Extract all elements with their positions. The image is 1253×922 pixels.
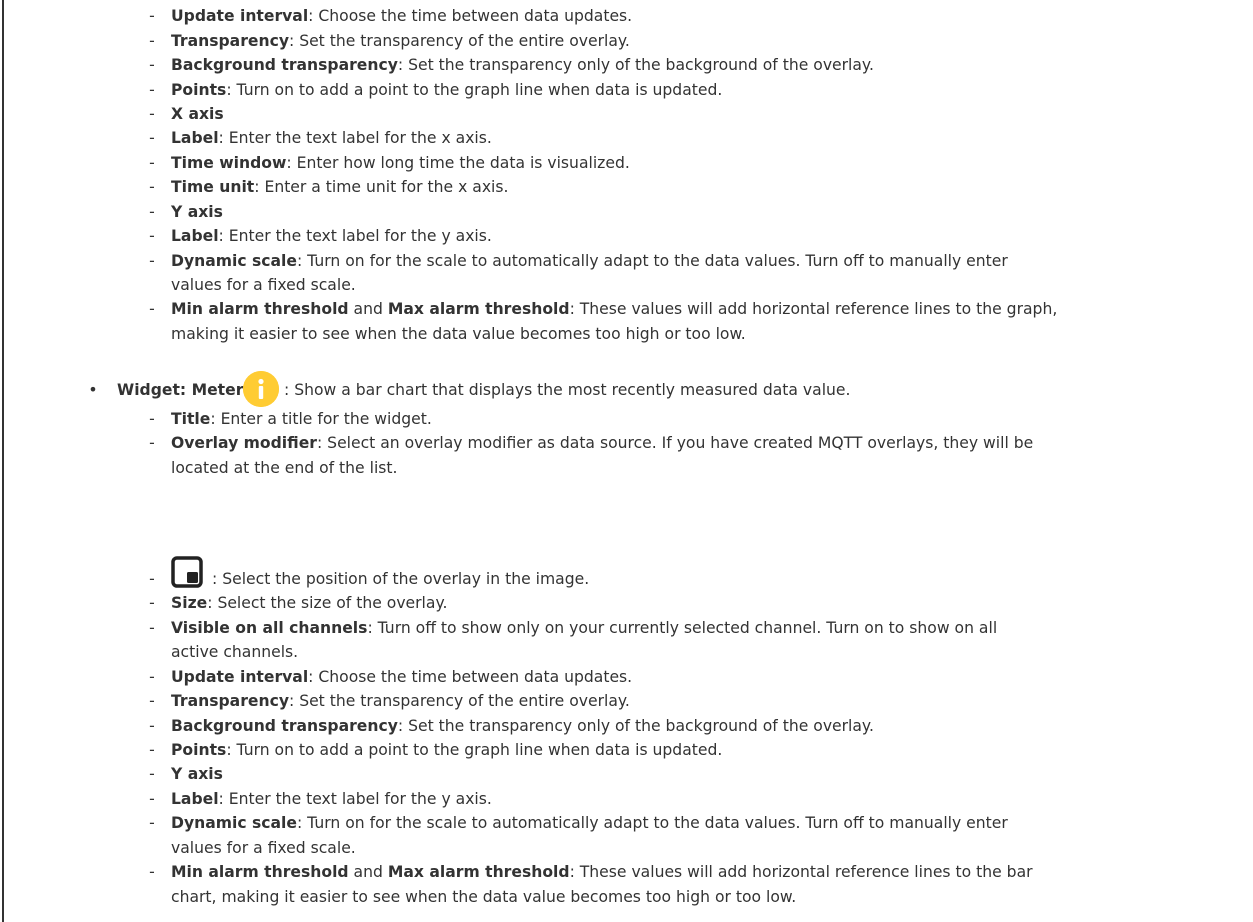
page-margin-rule [2, 0, 4, 922]
overlay-position-icon [171, 556, 203, 588]
meter-description: : Show a bar chart that displays the mos… [284, 381, 851, 399]
bullet-icon: • [88, 380, 98, 399]
meter-label: Widget: Meter [117, 381, 244, 399]
info-icon [243, 371, 279, 407]
